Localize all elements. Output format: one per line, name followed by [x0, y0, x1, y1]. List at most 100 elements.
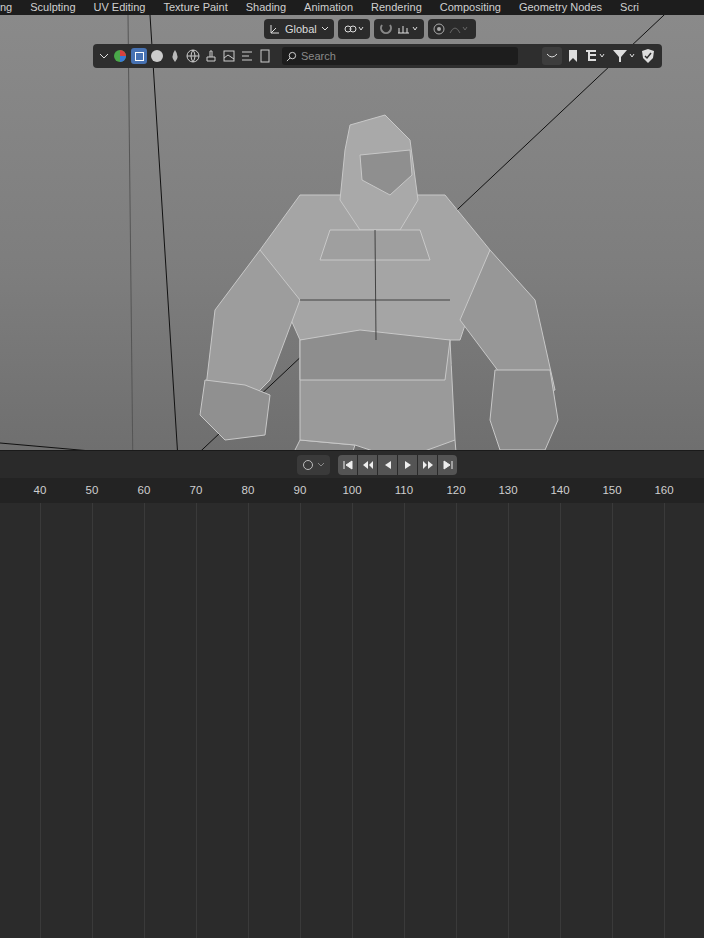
- workspace-tab[interactable]: ng: [0, 0, 12, 15]
- workspace-tab[interactable]: Compositing: [440, 0, 501, 15]
- grid-line: [92, 503, 93, 938]
- keying-dropdown[interactable]: [297, 455, 330, 475]
- sphere-icon[interactable]: [149, 48, 165, 64]
- play-icon: [403, 460, 413, 470]
- grid-line: [404, 503, 405, 938]
- grid-line: [196, 503, 197, 938]
- play-button[interactable]: [398, 455, 417, 475]
- next-key-icon: [422, 460, 434, 470]
- filter-icons: [131, 48, 273, 64]
- track-column: [638, 503, 690, 938]
- grid-line: [248, 503, 249, 938]
- link-icon: [343, 23, 365, 35]
- record-icon: [302, 459, 314, 471]
- grid-line: [664, 503, 665, 938]
- frame-tick: 100: [326, 482, 378, 499]
- match-case-button[interactable]: [542, 47, 562, 65]
- viewport[interactable]: Global: [0, 15, 704, 450]
- search-icon: [286, 51, 297, 62]
- prev-key-icon: [362, 460, 374, 470]
- text-icon[interactable]: [239, 48, 255, 64]
- image-icon[interactable]: [221, 48, 237, 64]
- shield-icon[interactable]: [640, 48, 656, 64]
- frame-tick: 150: [586, 482, 638, 499]
- frame-tick: 130: [482, 482, 534, 499]
- track-column: [482, 503, 534, 938]
- search-field[interactable]: [282, 47, 518, 65]
- track-column: [66, 503, 118, 938]
- grid-line: [456, 503, 457, 938]
- filter-icon[interactable]: [611, 48, 637, 64]
- timeline-header: [0, 450, 704, 478]
- track-column: [222, 503, 274, 938]
- workspace-tab[interactable]: Geometry Nodes: [519, 0, 602, 15]
- world-icon[interactable]: [185, 48, 201, 64]
- jump-end-button[interactable]: [438, 455, 457, 475]
- orientation-label[interactable]: Global: [285, 21, 317, 38]
- track-column: [170, 503, 222, 938]
- file-icon[interactable]: [257, 48, 273, 64]
- drop-icon[interactable]: [167, 48, 183, 64]
- track-column: [430, 503, 482, 938]
- frame-tick: 140: [534, 482, 586, 499]
- playback-controls: [338, 455, 457, 475]
- outliner-toolbar: [93, 44, 662, 68]
- scene-render: [0, 15, 704, 450]
- workspace-tab[interactable]: Scri: [620, 0, 639, 15]
- play-reverse-button[interactable]: [378, 455, 397, 475]
- frame-tick: 120: [430, 482, 482, 499]
- search-input[interactable]: [301, 48, 514, 65]
- brush-icon[interactable]: [203, 48, 219, 64]
- chevron-icon[interactable]: [99, 51, 109, 61]
- play-reverse-icon: [383, 460, 393, 470]
- grid-line: [508, 503, 509, 938]
- track-column: [14, 503, 66, 938]
- pivot-button[interactable]: [338, 19, 370, 39]
- display-mode-icon[interactable]: [112, 48, 128, 64]
- select-icon[interactable]: [131, 48, 147, 64]
- toolbar-right: [542, 47, 656, 65]
- jump-start-icon: [343, 460, 353, 470]
- workspace-tab[interactable]: Texture Paint: [164, 0, 228, 15]
- axes-icon: [269, 23, 281, 35]
- track-column: [534, 503, 586, 938]
- workspace-tab[interactable]: Sculpting: [30, 0, 75, 15]
- viewport-header: Global: [264, 19, 476, 39]
- falloff-icon: [449, 23, 471, 35]
- hierarchy-icon[interactable]: [584, 48, 608, 64]
- bookmark-icon[interactable]: [565, 48, 581, 64]
- frame-tick: 90: [274, 482, 326, 499]
- grid-line: [40, 503, 41, 938]
- frame-tick: 160: [638, 482, 690, 499]
- grid-line: [144, 503, 145, 938]
- orientation-dropdown[interactable]: Global: [264, 19, 334, 39]
- grid-line: [352, 503, 353, 938]
- arc-icon: [546, 52, 558, 60]
- workspace-tabs: ng Sculpting UV Editing Texture Paint Shadin…: [0, 0, 704, 15]
- workspace-tab[interactable]: UV Editing: [94, 0, 146, 15]
- timeline-tracks[interactable]: [0, 503, 704, 938]
- grid-line: [560, 503, 561, 938]
- chevron-icon: [317, 461, 325, 469]
- workspace-tab[interactable]: Rendering: [371, 0, 422, 15]
- track-column: [274, 503, 326, 938]
- jump-start-button[interactable]: [338, 455, 357, 475]
- next-key-button[interactable]: [418, 455, 437, 475]
- workspace-tab[interactable]: Animation: [304, 0, 353, 15]
- timeline-ruler[interactable]: 405060708090100110120130140150160: [0, 478, 704, 503]
- frame-tick: 60: [118, 482, 170, 499]
- track-column: [586, 503, 638, 938]
- workspace-tab[interactable]: Shading: [246, 0, 286, 15]
- grid-line: [612, 503, 613, 938]
- magnet-icon: [379, 23, 393, 35]
- snap-group[interactable]: [374, 19, 424, 39]
- prev-key-button[interactable]: [358, 455, 377, 475]
- snap-icon: [397, 23, 419, 35]
- track-column: [326, 503, 378, 938]
- blender-window: ng Sculpting UV Editing Texture Paint Shadin…: [0, 0, 704, 938]
- proportional-icon: [433, 23, 445, 35]
- frame-tick: 80: [222, 482, 274, 499]
- frame-tick: 50: [66, 482, 118, 499]
- proportional-group[interactable]: [428, 19, 476, 39]
- frame-tick: 40: [14, 482, 66, 499]
